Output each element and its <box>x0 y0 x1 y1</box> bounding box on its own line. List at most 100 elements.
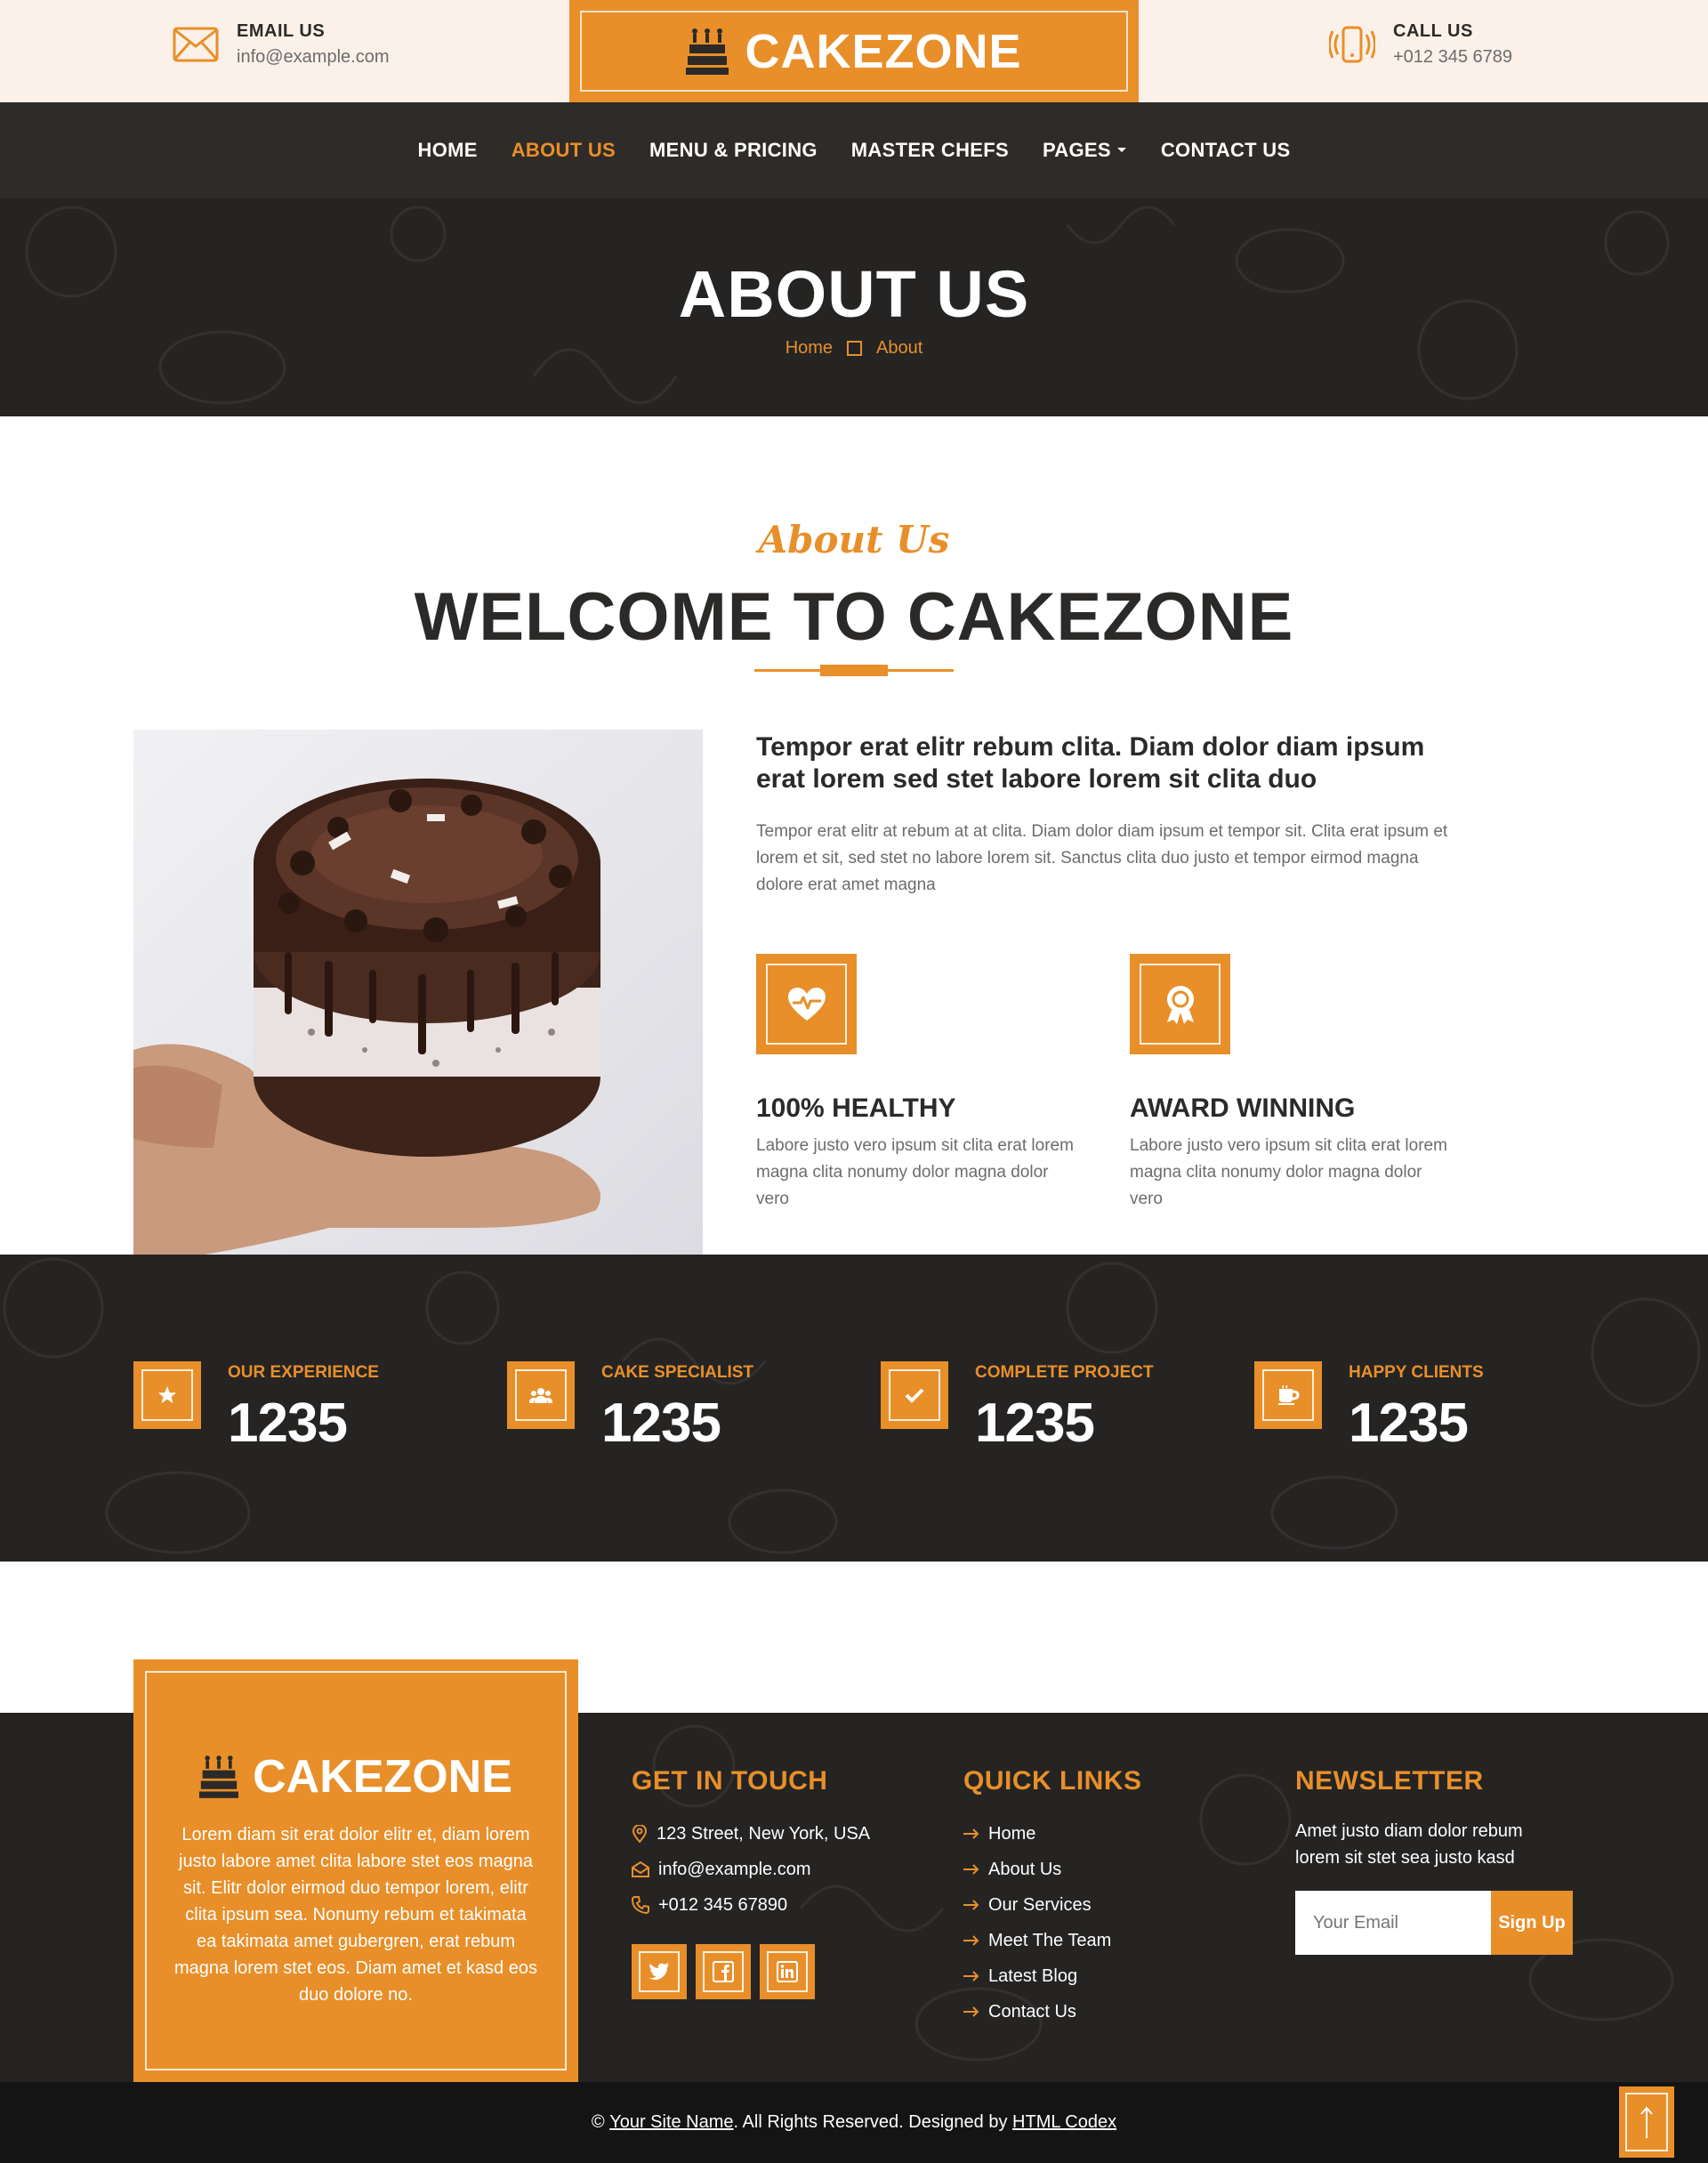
topbar: EMAIL US info@example.com CAKEZONE CALL … <box>0 0 1708 102</box>
feature-healthy-icon-box <box>756 954 857 1054</box>
stat-specialist-label: CAKE SPECIALIST <box>601 1363 754 1382</box>
nav-contact-us[interactable]: CONTACT US <box>1161 139 1291 162</box>
quick-link-services[interactable]: Our Services <box>963 1887 1142 1923</box>
footer-description: Lorem diam sit erat dolor elitr et, diam… <box>174 1825 537 2005</box>
email-label: EMAIL US <box>237 21 326 41</box>
map-pin-icon <box>632 1825 648 1843</box>
feature-healthy-title: 100% HEALTHY <box>756 1094 956 1123</box>
quick-link-about[interactable]: About Us <box>963 1852 1142 1887</box>
brand-logo[interactable]: CAKEZONE <box>569 0 1139 102</box>
breadcrumb: Home About <box>0 338 1708 359</box>
award-icon <box>1164 985 1196 1024</box>
twitter-button[interactable] <box>632 1944 687 1999</box>
stat-specialist-icon-box <box>507 1361 575 1429</box>
phone-vibrate-icon <box>1329 26 1375 63</box>
twitter-icon <box>649 1963 670 1981</box>
footer-address: 123 Street, New York, USA <box>632 1816 870 1852</box>
call-value[interactable]: +012 345 6789 <box>1393 47 1512 68</box>
arrow-right-icon <box>963 1864 979 1875</box>
rights-text: . All Rights Reserved. Designed by <box>733 2112 1008 2132</box>
signup-button[interactable]: Sign Up <box>1491 1891 1573 1955</box>
linkedin-button[interactable] <box>760 1944 815 1999</box>
arrow-right-icon <box>963 1900 979 1910</box>
footer-phone[interactable]: +012 345 67890 <box>632 1887 870 1923</box>
stat-projects-value: 1235 <box>975 1392 1095 1454</box>
stat-specialist-value: 1235 <box>601 1392 721 1454</box>
footer-logo[interactable]: CAKEZONE <box>147 1750 565 1804</box>
phone-contact: CALL US +012 345 6789 <box>1329 21 1512 68</box>
newsletter-form: Sign Up <box>1295 1891 1573 1955</box>
title-divider-accent <box>820 665 888 676</box>
breadcrumb-separator <box>847 341 863 356</box>
footer-get-in-touch: GET IN TOUCH 123 Street, New York, USA i… <box>632 1766 870 1999</box>
quick-link-label: Meet The Team <box>988 1930 1112 1950</box>
footer-quick-links: QUICK LINKS Home About Us Our Services M… <box>963 1766 1142 2030</box>
quick-link-label: Our Services <box>988 1894 1092 1915</box>
stat-clients: HAPPY CLIENTS 1235 <box>1254 1361 1484 1455</box>
stat-projects: COMPLETE PROJECT 1235 <box>881 1361 1154 1455</box>
stat-experience-value: 1235 <box>228 1392 348 1454</box>
email-value[interactable]: info@example.com <box>237 47 389 68</box>
quick-link-contact[interactable]: Contact Us <box>963 1994 1142 2030</box>
breadcrumb-home[interactable]: Home <box>786 338 833 359</box>
stats-section: OUR EXPERIENCE 1235 CAKE SPECIALIST 1235… <box>0 1255 1708 1562</box>
feature-award-icon-box <box>1130 954 1230 1054</box>
site-name-link[interactable]: Your Site Name <box>609 2112 733 2133</box>
designer-link[interactable]: HTML Codex <box>1012 2112 1116 2133</box>
feature-award-title: AWARD WINNING <box>1130 1094 1356 1123</box>
feature-award: AWARD WINNING Labore justo vero ipsum si… <box>1130 954 1450 1213</box>
copyright-bar: © Your Site Name. All Rights Reserved. D… <box>0 2082 1708 2163</box>
brand-name: CAKEZONE <box>745 24 1022 78</box>
call-label: CALL US <box>1393 21 1473 41</box>
nav-pages[interactable]: PAGES <box>1043 139 1127 162</box>
stat-specialist: CAKE SPECIALIST 1235 <box>507 1361 753 1455</box>
stat-experience-icon-box <box>133 1361 201 1429</box>
arrow-right-icon <box>963 1935 979 1946</box>
quick-link-label: About Us <box>988 1859 1062 1879</box>
stat-clients-icon-box <box>1254 1361 1322 1429</box>
about-lead: Tempor erat elitr rebum clita. Diam dolo… <box>756 732 1425 794</box>
stat-clients-value: 1235 <box>1349 1392 1469 1454</box>
quick-links-title: QUICK LINKS <box>963 1766 1142 1796</box>
breadcrumb-current: About <box>876 338 923 358</box>
facebook-button[interactable] <box>696 1944 751 1999</box>
telephone-icon <box>632 1896 649 1914</box>
social-links <box>632 1944 870 1999</box>
mug-icon <box>1277 1385 1300 1405</box>
footer-phone-text: +012 345 67890 <box>658 1894 788 1915</box>
nav-home[interactable]: HOME <box>418 139 478 162</box>
feature-healthy-text: Labore justo vero ipsum sit clita erat l… <box>756 1136 1074 1208</box>
quick-link-home[interactable]: Home <box>963 1816 1142 1852</box>
stat-experience: OUR EXPERIENCE 1235 <box>133 1361 379 1455</box>
nav-menu-pricing[interactable]: MENU & PRICING <box>649 139 818 162</box>
page-header: ABOUT US Home About <box>0 198 1708 416</box>
get-in-touch-title: GET IN TOUCH <box>632 1766 828 1796</box>
arrow-up-icon <box>1640 2106 1654 2138</box>
footer-brand-card: CAKEZONE Lorem diam sit erat dolor elitr… <box>133 1659 578 2082</box>
main-nav: HOME ABOUT US MENU & PRICING MASTER CHEF… <box>0 102 1708 198</box>
cake-icon <box>199 1755 239 1798</box>
footer-email[interactable]: info@example.com <box>632 1852 870 1887</box>
quick-link-team[interactable]: Meet The Team <box>963 1923 1142 1958</box>
nav-about-us[interactable]: ABOUT US <box>512 139 616 162</box>
newsletter-text: Amet justo diam dolor rebum lorem sit st… <box>1295 1821 1523 1868</box>
footer-brand-name: CAKEZONE <box>253 1751 512 1803</box>
heart-pulse-icon <box>787 987 826 1022</box>
page-title: ABOUT US <box>678 257 1030 331</box>
quick-link-blog[interactable]: Latest Blog <box>963 1958 1142 1994</box>
newsletter-title: NEWSLETTER <box>1295 1766 1484 1796</box>
caret-down-icon <box>1116 147 1127 154</box>
newsletter-email-input[interactable] <box>1295 1891 1491 1955</box>
footer-email-text: info@example.com <box>658 1859 811 1879</box>
feature-award-text: Labore justo vero ipsum sit clita erat l… <box>1130 1136 1447 1208</box>
arrow-right-icon <box>963 1828 979 1839</box>
back-to-top-button[interactable] <box>1619 2086 1674 2158</box>
nav-pages-label: PAGES <box>1042 139 1111 161</box>
arrow-right-icon <box>963 1971 979 1981</box>
envelope-icon <box>173 27 219 62</box>
envelope-open-icon <box>632 1861 649 1877</box>
nav-master-chefs[interactable]: MASTER CHEFS <box>851 139 1009 162</box>
quick-link-label: Contact Us <box>988 2001 1076 2022</box>
section-subtitle: About Us <box>758 518 950 561</box>
arrow-right-icon <box>963 2006 979 2017</box>
